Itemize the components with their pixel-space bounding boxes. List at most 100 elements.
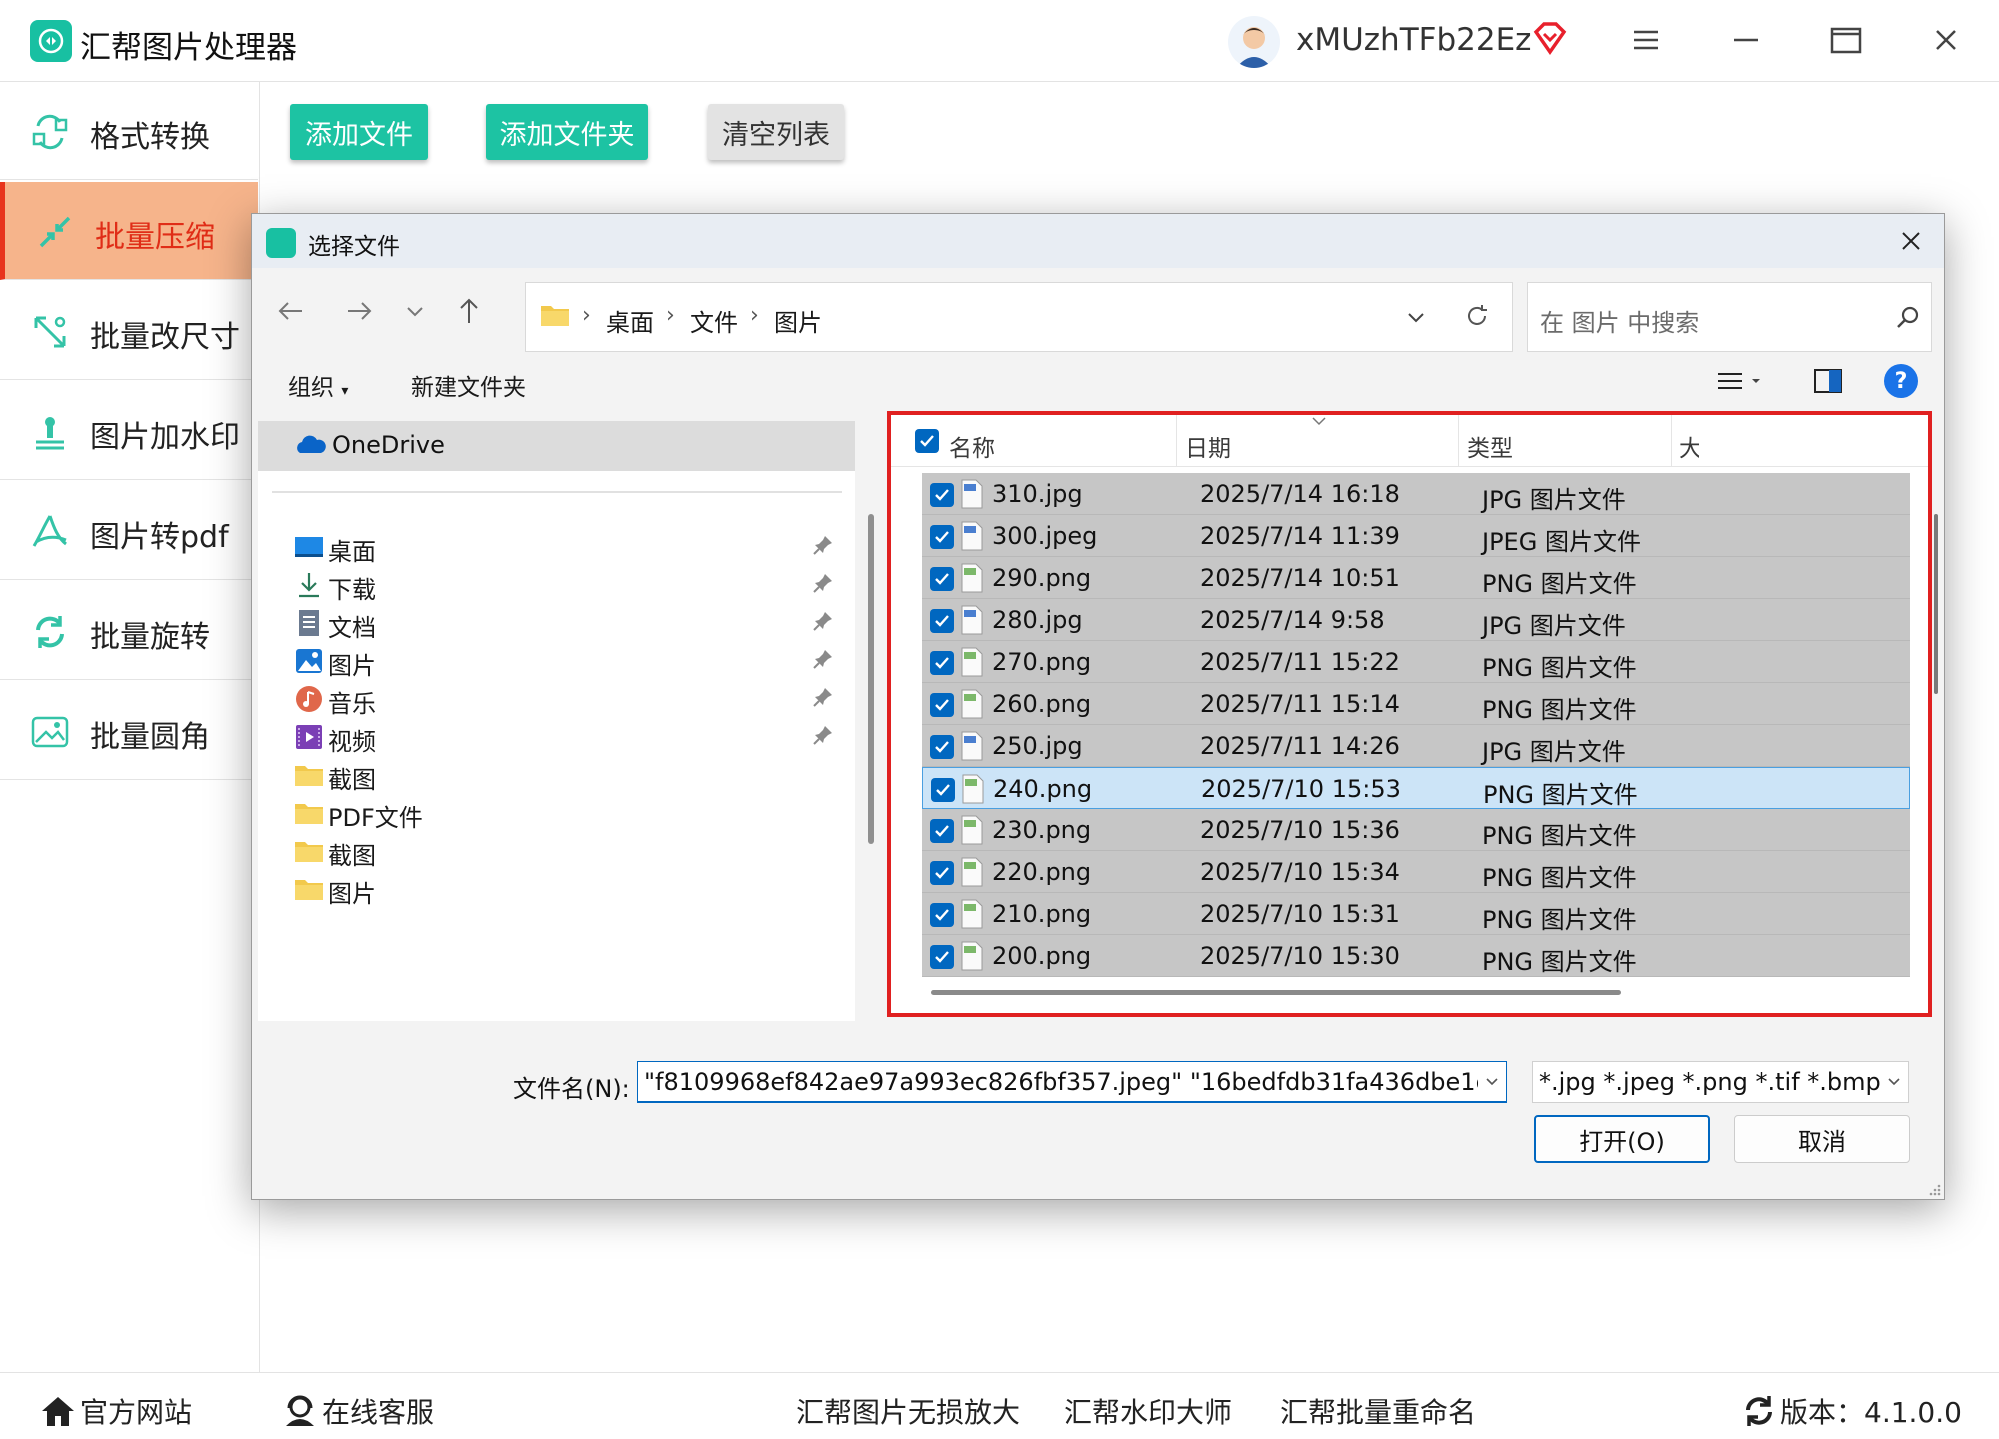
nav-item-documents[interactable]: 文档	[294, 604, 834, 642]
breadcrumb-pictures[interactable]: 图片	[774, 303, 822, 338]
file-row[interactable]: 200.png 2025/7/10 15:30 PNG 图片文件	[922, 935, 1910, 977]
file-row[interactable]: 280.jpg 2025/7/14 9:58 JPG 图片文件	[922, 599, 1910, 641]
up-arrow-icon[interactable]	[452, 294, 486, 328]
resize-grip-icon[interactable]	[1926, 1181, 1942, 1197]
pin-icon[interactable]	[812, 648, 834, 670]
vip-diamond-icon[interactable]	[1532, 20, 1568, 56]
file-row[interactable]: 270.png 2025/7/11 15:22 PNG 图片文件	[922, 641, 1910, 683]
preview-pane-icon[interactable]	[1812, 366, 1844, 396]
clear-list-button[interactable]: 清空列表	[708, 104, 844, 160]
file-checkbox[interactable]	[930, 483, 954, 507]
add-folder-button[interactable]: 添加文件夹	[486, 104, 648, 160]
refresh-icon[interactable]	[1462, 301, 1492, 331]
recent-locations-chevron-icon[interactable]	[398, 294, 432, 328]
upscale-link[interactable]: 汇帮图片无损放大	[796, 1391, 1020, 1431]
breadcrumb-desktop[interactable]: 桌面	[606, 303, 654, 338]
file-checkbox[interactable]	[930, 945, 954, 969]
sidebar-item-batch-resize[interactable]: 批量改尺寸	[0, 282, 258, 380]
column-divider[interactable]	[1176, 415, 1177, 467]
chevron-down-icon[interactable]	[1478, 1062, 1506, 1101]
file-checkbox[interactable]	[930, 651, 954, 675]
online-support-link[interactable]: 在线客服	[282, 1391, 434, 1431]
sidebar-item-batch-rotate[interactable]: 批量旋转	[0, 582, 258, 680]
add-file-button[interactable]: 添加文件	[290, 104, 428, 160]
sidebar-item-batch-compress[interactable]: 批量压缩	[0, 182, 258, 280]
folder-icon	[540, 303, 570, 327]
column-header-type[interactable]: 类型	[1467, 429, 1513, 463]
organize-button[interactable]: 组织 ▾	[288, 368, 348, 402]
help-icon[interactable]: ?	[1884, 364, 1918, 398]
file-row[interactable]: 250.jpg 2025/7/11 14:26 JPG 图片文件	[922, 725, 1910, 767]
nav-item-downloads[interactable]: 下载	[294, 566, 834, 604]
file-checkbox[interactable]	[930, 903, 954, 927]
official-website-link[interactable]: 官方网站	[40, 1391, 192, 1431]
filetype-select[interactable]: *.jpg *.jpeg *.png *.tif *.bmp *	[1532, 1061, 1909, 1103]
nav-item-pictures-folder[interactable]: 图片	[294, 870, 834, 908]
column-header-size[interactable]: 大	[1679, 429, 1699, 463]
column-header-name[interactable]: 名称	[949, 429, 995, 463]
new-folder-button[interactable]: 新建文件夹	[411, 368, 526, 402]
breadcrumb-files[interactable]: 文件	[690, 303, 738, 338]
file-checkbox[interactable]	[930, 735, 954, 759]
search-input[interactable]: 在 图片 中搜索	[1527, 282, 1932, 352]
address-bar[interactable]: › 桌面 › 文件 › 图片	[525, 282, 1513, 352]
pin-icon[interactable]	[812, 610, 834, 632]
file-checkbox[interactable]	[930, 861, 954, 885]
pin-icon[interactable]	[812, 686, 834, 708]
nav-item-screenshots[interactable]: 截图	[294, 756, 834, 794]
file-row[interactable]: 220.png 2025/7/10 15:34 PNG 图片文件	[922, 851, 1910, 893]
sidebar-item-watermark[interactable]: 图片加水印	[0, 382, 258, 480]
file-list-vertical-scrollbar[interactable]	[1934, 514, 1938, 694]
nav-item-desktop[interactable]: 桌面	[294, 528, 834, 566]
file-checkbox[interactable]	[930, 567, 954, 591]
minimize-icon[interactable]	[1728, 22, 1764, 58]
nav-item-pictures[interactable]: 图片	[294, 642, 834, 680]
filename-input[interactable]: "f8109968ef842ae97a993ec826fbf357.jpeg" …	[637, 1061, 1507, 1103]
nav-item-screenshots-2[interactable]: 截图	[294, 832, 834, 870]
maximize-icon[interactable]	[1828, 22, 1864, 58]
horizontal-scrollbar[interactable]	[931, 990, 1621, 995]
view-options-icon[interactable]	[1714, 366, 1764, 396]
sidebar-item-to-pdf[interactable]: 图片转pdf	[0, 482, 258, 580]
batch-rename-link[interactable]: 汇帮批量重命名	[1280, 1391, 1476, 1431]
username[interactable]: xMUzhTFb22Ez	[1296, 22, 1531, 58]
file-checkbox[interactable]	[930, 525, 954, 549]
dialog-app-icon	[266, 228, 296, 258]
dialog-close-icon[interactable]	[1896, 226, 1926, 256]
file-row[interactable]: 300.jpeg 2025/7/14 11:39 JPEG 图片文件	[922, 515, 1910, 557]
nav-item-music[interactable]: 音乐	[294, 680, 834, 718]
nav-item-videos[interactable]: 视频	[294, 718, 834, 756]
column-divider[interactable]	[1671, 415, 1672, 467]
close-icon[interactable]	[1928, 22, 1964, 58]
file-checkbox[interactable]	[930, 693, 954, 717]
version-info[interactable]: 版本：4.1.0.0	[1742, 1391, 1962, 1431]
back-arrow-icon[interactable]	[274, 294, 308, 328]
address-dropdown-chevron-icon[interactable]	[1402, 303, 1430, 331]
user-avatar[interactable]	[1228, 16, 1280, 68]
pin-icon[interactable]	[812, 724, 834, 746]
pin-icon[interactable]	[812, 534, 834, 556]
forward-arrow-icon[interactable]	[342, 294, 376, 328]
column-header-date[interactable]: 日期	[1185, 429, 1231, 463]
file-row[interactable]: 240.png 2025/7/10 15:53 PNG 图片文件	[922, 767, 1910, 809]
column-divider[interactable]	[1458, 415, 1459, 467]
cancel-button[interactable]: 取消	[1734, 1115, 1910, 1163]
nav-item-onedrive[interactable]: OneDrive	[258, 421, 855, 471]
file-row[interactable]: 290.png 2025/7/14 10:51 PNG 图片文件	[922, 557, 1910, 599]
sidebar-item-format-convert[interactable]: 格式转换	[0, 82, 258, 180]
open-button[interactable]: 打开(O)	[1534, 1115, 1710, 1163]
watermark-master-link[interactable]: 汇帮水印大师	[1064, 1391, 1232, 1431]
file-checkbox[interactable]	[930, 609, 954, 633]
file-row[interactable]: 230.png 2025/7/10 15:36 PNG 图片文件	[922, 809, 1910, 851]
nav-item-pdf-files[interactable]: PDF文件	[294, 794, 834, 832]
file-row[interactable]: 260.png 2025/7/11 15:14 PNG 图片文件	[922, 683, 1910, 725]
pin-icon[interactable]	[812, 572, 834, 594]
select-all-checkbox[interactable]	[915, 429, 939, 453]
nav-pane-scrollbar[interactable]	[868, 514, 874, 844]
file-row[interactable]: 310.jpg 2025/7/14 16:18 JPG 图片文件	[922, 473, 1910, 515]
file-checkbox[interactable]	[931, 778, 955, 802]
file-checkbox[interactable]	[930, 819, 954, 843]
sidebar-item-round-corner[interactable]: 批量圆角	[0, 682, 258, 780]
file-row[interactable]: 210.png 2025/7/10 15:31 PNG 图片文件	[922, 893, 1910, 935]
menu-icon[interactable]	[1628, 22, 1664, 58]
